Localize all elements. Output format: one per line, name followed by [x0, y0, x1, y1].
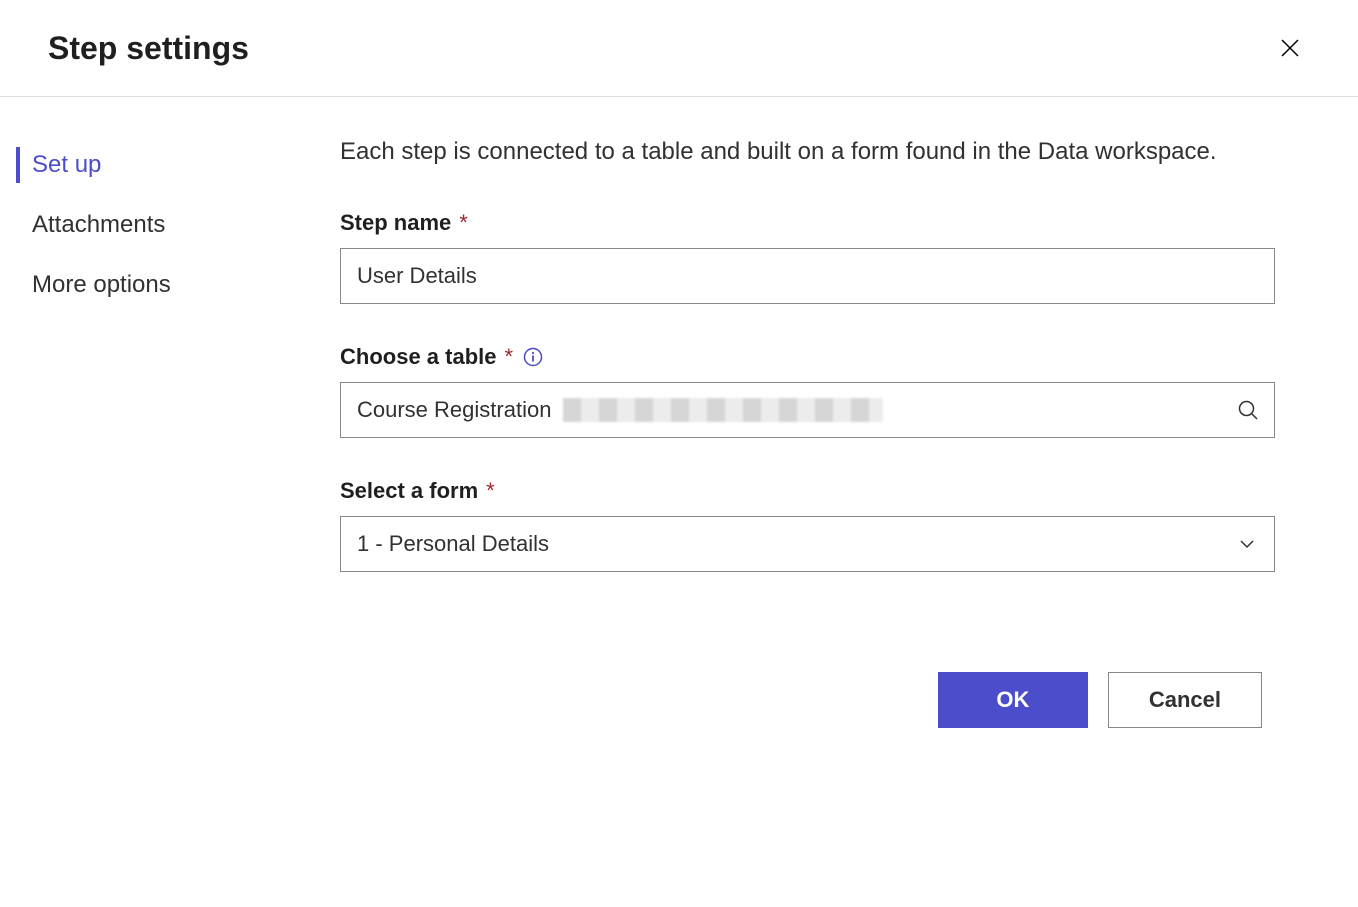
sidebar-item-attachments[interactable]: Attachments	[0, 195, 340, 255]
info-icon[interactable]	[523, 347, 543, 367]
dialog-footer: OK Cancel	[340, 632, 1310, 768]
cancel-button[interactable]: Cancel	[1108, 672, 1262, 728]
sidebar-item-setup[interactable]: Set up	[0, 135, 340, 195]
sidebar-item-label: Attachments	[32, 211, 165, 238]
label-text: Select a form	[340, 478, 478, 504]
required-marker: *	[459, 210, 468, 236]
field-choose-table: Choose a table * Course Registration	[340, 344, 1310, 438]
table-name-text: Course Registration	[357, 397, 551, 423]
choose-table-value: Course Registration	[340, 382, 1275, 438]
label-text: Choose a table	[340, 344, 496, 370]
panel-description: Each step is connected to a table and bu…	[340, 135, 1260, 170]
close-button[interactable]	[1270, 28, 1310, 68]
field-label-select-form: Select a form *	[340, 478, 1310, 504]
sidebar-item-more-options[interactable]: More options	[0, 255, 340, 315]
dialog-header: Step settings	[0, 0, 1358, 97]
ok-button[interactable]: OK	[938, 672, 1088, 728]
dialog-title: Step settings	[48, 30, 249, 67]
label-text: Step name	[340, 210, 451, 236]
select-form-value: 1 - Personal Details	[340, 516, 1275, 572]
field-step-name: Step name *	[340, 210, 1310, 304]
required-marker: *	[504, 344, 513, 370]
field-label-choose-table: Choose a table *	[340, 344, 1310, 370]
field-label-step-name: Step name *	[340, 210, 1310, 236]
sidebar-item-label: Set up	[32, 151, 101, 178]
dialog-body: Set up Attachments More options Each ste…	[0, 97, 1358, 768]
choose-table-lookup[interactable]: Course Registration	[340, 382, 1275, 438]
close-icon	[1278, 36, 1302, 60]
field-select-form: Select a form * 1 - Personal Details	[340, 478, 1310, 572]
main-panel: Each step is connected to a table and bu…	[340, 135, 1358, 768]
redacted-text	[563, 398, 883, 422]
select-form-dropdown[interactable]: 1 - Personal Details	[340, 516, 1275, 572]
sidebar-item-label: More options	[32, 271, 171, 298]
sidebar-nav: Set up Attachments More options	[0, 135, 340, 768]
required-marker: *	[486, 478, 495, 504]
step-name-input[interactable]	[340, 248, 1275, 304]
